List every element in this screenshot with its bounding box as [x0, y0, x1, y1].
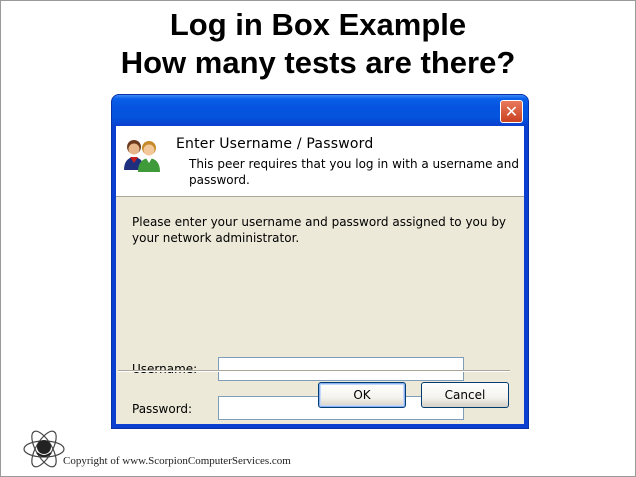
slide-title: Log in Box Example How many tests are th… — [0, 6, 636, 82]
dialog-titlebar[interactable]: ✕ — [112, 95, 528, 126]
password-label: Password: — [132, 402, 193, 416]
users-icon — [124, 140, 160, 172]
instructions-text: Please enter your username and password … — [132, 215, 507, 245]
username-label: Username: — [132, 362, 198, 376]
dialog-body: Enter Username / Password This peer requ… — [116, 126, 524, 424]
separator-line — [118, 370, 510, 372]
slide-title-line-1: Log in Box Example — [169, 7, 467, 42]
dialog-header-title: Enter Username / Password — [176, 136, 374, 152]
copyright-text: Copyright of www.ScorpionComputerService… — [63, 455, 291, 467]
slide-title-line-2: How many tests are there? — [120, 45, 516, 80]
dialog-header-description: This peer requires that you log in with … — [189, 157, 519, 187]
username-field[interactable] — [218, 357, 464, 381]
login-dialog: ✕ Enter Username / Password This peer re… — [112, 95, 528, 428]
close-x-icon: ✕ — [504, 102, 519, 121]
scorpion-logo-icon — [23, 430, 65, 468]
ok-button[interactable]: OK — [318, 382, 406, 408]
cancel-button[interactable]: Cancel — [421, 382, 509, 408]
dialog-header: Enter Username / Password This peer requ… — [116, 126, 524, 197]
close-button[interactable]: ✕ — [500, 100, 523, 123]
